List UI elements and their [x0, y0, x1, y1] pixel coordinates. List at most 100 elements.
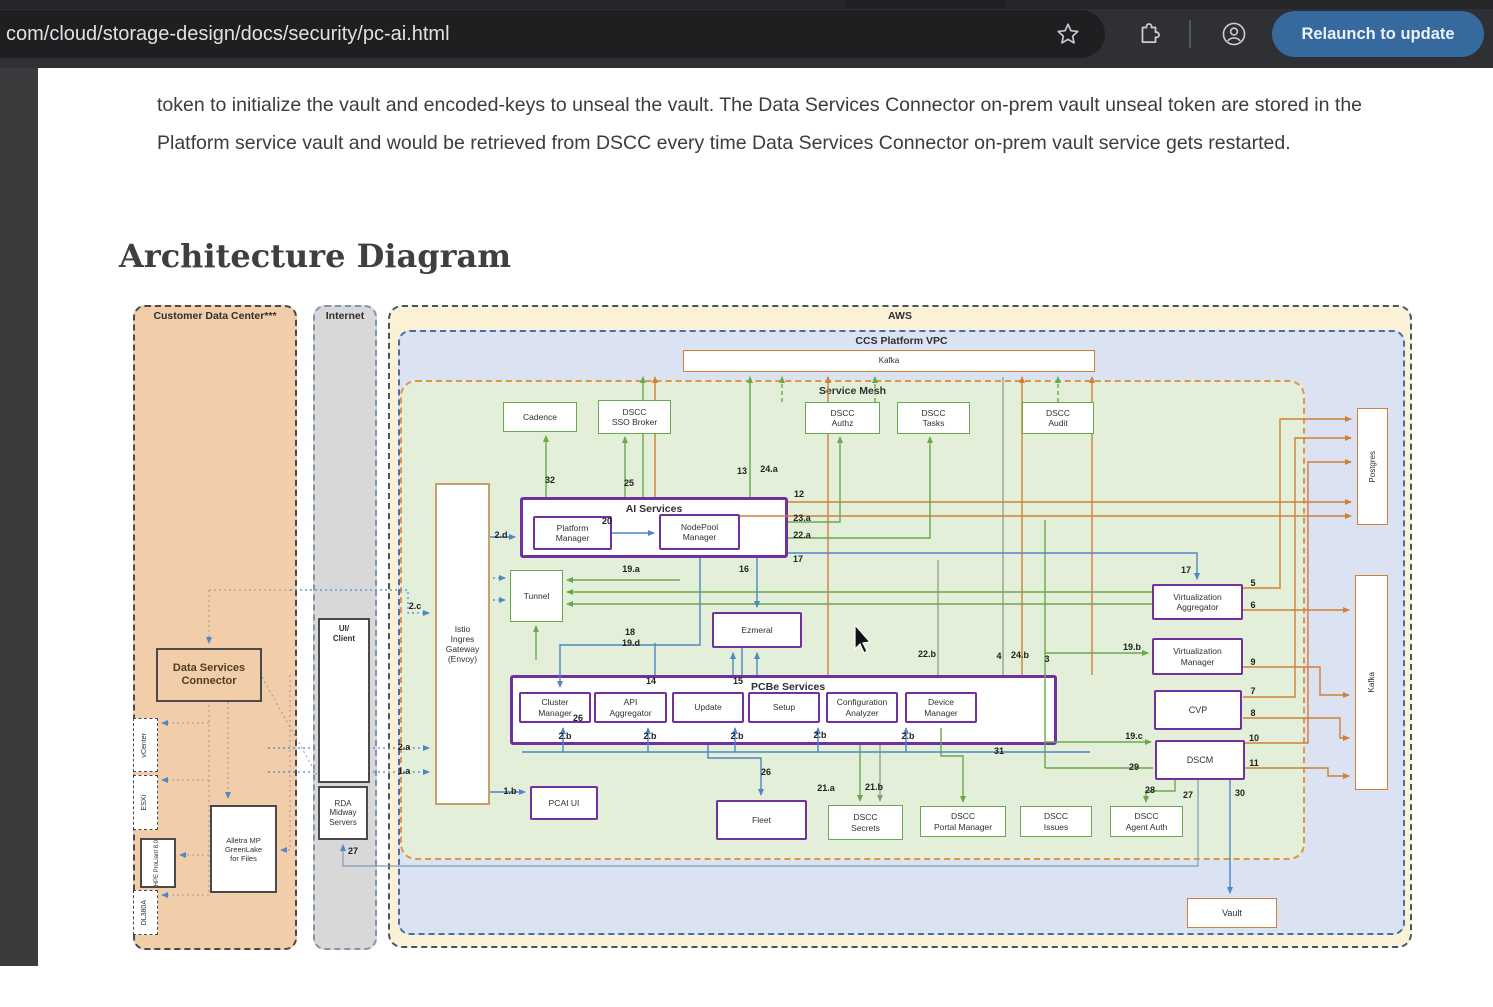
toolbar-separator [1189, 20, 1191, 48]
bookmark-star-icon[interactable] [1055, 21, 1081, 47]
node-postgres: Postgres [1357, 408, 1388, 525]
edge-label: 11 [1249, 758, 1259, 768]
edge-label: 19.b [1123, 642, 1141, 652]
edge-label: 2.a [398, 742, 411, 752]
node-vault: Vault [1187, 898, 1277, 928]
edge-label: 17 [793, 554, 803, 564]
left-dark-strip [0, 68, 38, 966]
edge-label: 16 [739, 564, 749, 574]
node-alletra-mp-greenlake: Alletra MP GreenLake for Files [210, 805, 277, 893]
node-dscc-sso-broker: DSCC SSO Broker [598, 400, 671, 434]
edge-label: 2.c [409, 601, 422, 611]
edge-label: 8 [1250, 708, 1255, 718]
architecture-diagram: Customer Data Center***InternetAWSCCS Pl… [118, 295, 1413, 955]
node-virtualization-aggregator: Virtualization Aggregator [1152, 584, 1243, 620]
node-dscc-tasks: DSCC Tasks [897, 402, 970, 434]
node-kafka-right: Kafka [1355, 575, 1388, 790]
edge-label: 2.b [558, 731, 571, 741]
edge-label: 21.b [865, 782, 883, 792]
node-dl380a: DL380A [133, 890, 158, 935]
edge-label: 17 [1181, 565, 1191, 575]
edge-label: 2.b [730, 731, 743, 741]
node-virtualization-manager: Virtualization Manager [1152, 638, 1243, 675]
edge-label: 15 [733, 676, 743, 686]
edge-label: 10 [1249, 733, 1259, 743]
edge-label: 1.a [398, 766, 411, 776]
node-update: Update [672, 692, 744, 723]
node-dscm: DSCM [1155, 740, 1245, 780]
node-kafka-top: Kafka [683, 350, 1095, 372]
edge-label: 29 [1129, 762, 1139, 772]
edge-label: 13 [737, 466, 747, 476]
edge-label: 31 [994, 746, 1004, 756]
node-dscc-audit: DSCC Audit [1022, 402, 1094, 434]
node-hpe-proliant: HPE ProLiant 8.0 [140, 838, 176, 888]
edge-label: 1.b [503, 786, 516, 796]
edge-label: 26 [761, 767, 771, 777]
browser-toolbar: com/cloud/storage-design/docs/security/p… [0, 0, 1493, 68]
edge-label: 3 [1044, 654, 1049, 664]
node-cvp: CVP [1154, 690, 1242, 730]
node-fleet: Fleet [716, 800, 807, 840]
edge-label: 21.a [817, 783, 835, 793]
node-vcenter: vCenter [133, 718, 158, 772]
edge-label: 22.a [793, 530, 811, 540]
edge-label: 19.d [622, 638, 640, 648]
node-dscc-secrets: DSCC Secrets [828, 805, 903, 840]
edge-label: 26 [573, 713, 583, 723]
relaunch-button[interactable]: Relaunch to update [1272, 11, 1484, 57]
edge-label: 24.a [760, 464, 778, 474]
page-heading: Architecture Diagram [119, 237, 511, 275]
edge-label: 18 [625, 627, 635, 637]
node-cadence: Cadence [503, 402, 577, 432]
edge-label: 9 [1250, 657, 1255, 667]
url-bar[interactable]: com/cloud/storage-design/docs/security/p… [0, 10, 1105, 58]
edge-label: 12 [794, 489, 804, 499]
edge-label: 4 [996, 651, 1001, 661]
edge-label: 27 [1183, 790, 1193, 800]
body-paragraph: token to initialize the vault and encode… [157, 86, 1429, 162]
edge-label: 6 [1250, 600, 1255, 610]
edge-label: 2.b [813, 730, 826, 740]
node-platform-manager: Platform Manager [533, 516, 612, 550]
node-dscc-agent-auth: DSCC Agent Auth [1110, 806, 1183, 837]
node-device-manager: Device Manager [905, 692, 977, 723]
edge-label: 27 [348, 846, 358, 856]
node-ezmeral: Ezmeral [712, 612, 802, 648]
edge-label: 28 [1145, 785, 1155, 795]
node-configuration-analyzer: Configuration Analyzer [826, 692, 898, 723]
tab-strip [0, 0, 1493, 9]
url-text[interactable]: com/cloud/storage-design/docs/security/p… [6, 10, 450, 58]
edge-label: 19.c [1125, 731, 1143, 741]
edge-label: 20 [602, 516, 612, 526]
node-pcai-ui: PCAI UI [530, 786, 598, 820]
node-data-services-connector: Data Services Connector [156, 648, 262, 702]
extensions-icon[interactable] [1136, 21, 1162, 47]
node-setup: Setup [748, 692, 820, 723]
edge-label: 7 [1250, 686, 1255, 696]
edge-label: 32 [545, 475, 555, 485]
profile-icon[interactable] [1221, 21, 1247, 47]
edge-label: 2.b [901, 731, 914, 741]
node-ui-client: UI/ Client [318, 618, 370, 783]
edge-label: 23.a [793, 513, 811, 523]
node-tunnel: Tunnel [510, 570, 563, 622]
node-nodepool-manager: NodePool Manager [659, 514, 740, 550]
edge-label: 30 [1235, 788, 1245, 798]
node-esxi: ESXi [133, 775, 158, 830]
edge-label: 19.a [622, 564, 640, 574]
node-dscc-issues: DSCC Issues [1020, 806, 1092, 837]
edge-label: 2.d [494, 530, 507, 540]
edge-label: 2.b [643, 731, 656, 741]
node-rda-midway-servers: RDA Midway Servers [318, 786, 368, 840]
node-dscc-authz: DSCC Authz [805, 402, 880, 434]
node-istio-ingress-gateway: Istio Ingres Gateway (Envoy) [435, 483, 490, 805]
node-dscc-portal-manager: DSCC Portal Manager [920, 806, 1006, 837]
edge-label: 22.b [918, 649, 936, 659]
edge-label: 24.b [1011, 650, 1029, 660]
node-api-aggregator: API Aggregator [594, 692, 667, 723]
edge-label: 25 [624, 478, 634, 488]
tab-notch [845, 0, 1005, 9]
edge-label: 5 [1250, 578, 1255, 588]
edge-label: 14 [646, 676, 656, 686]
